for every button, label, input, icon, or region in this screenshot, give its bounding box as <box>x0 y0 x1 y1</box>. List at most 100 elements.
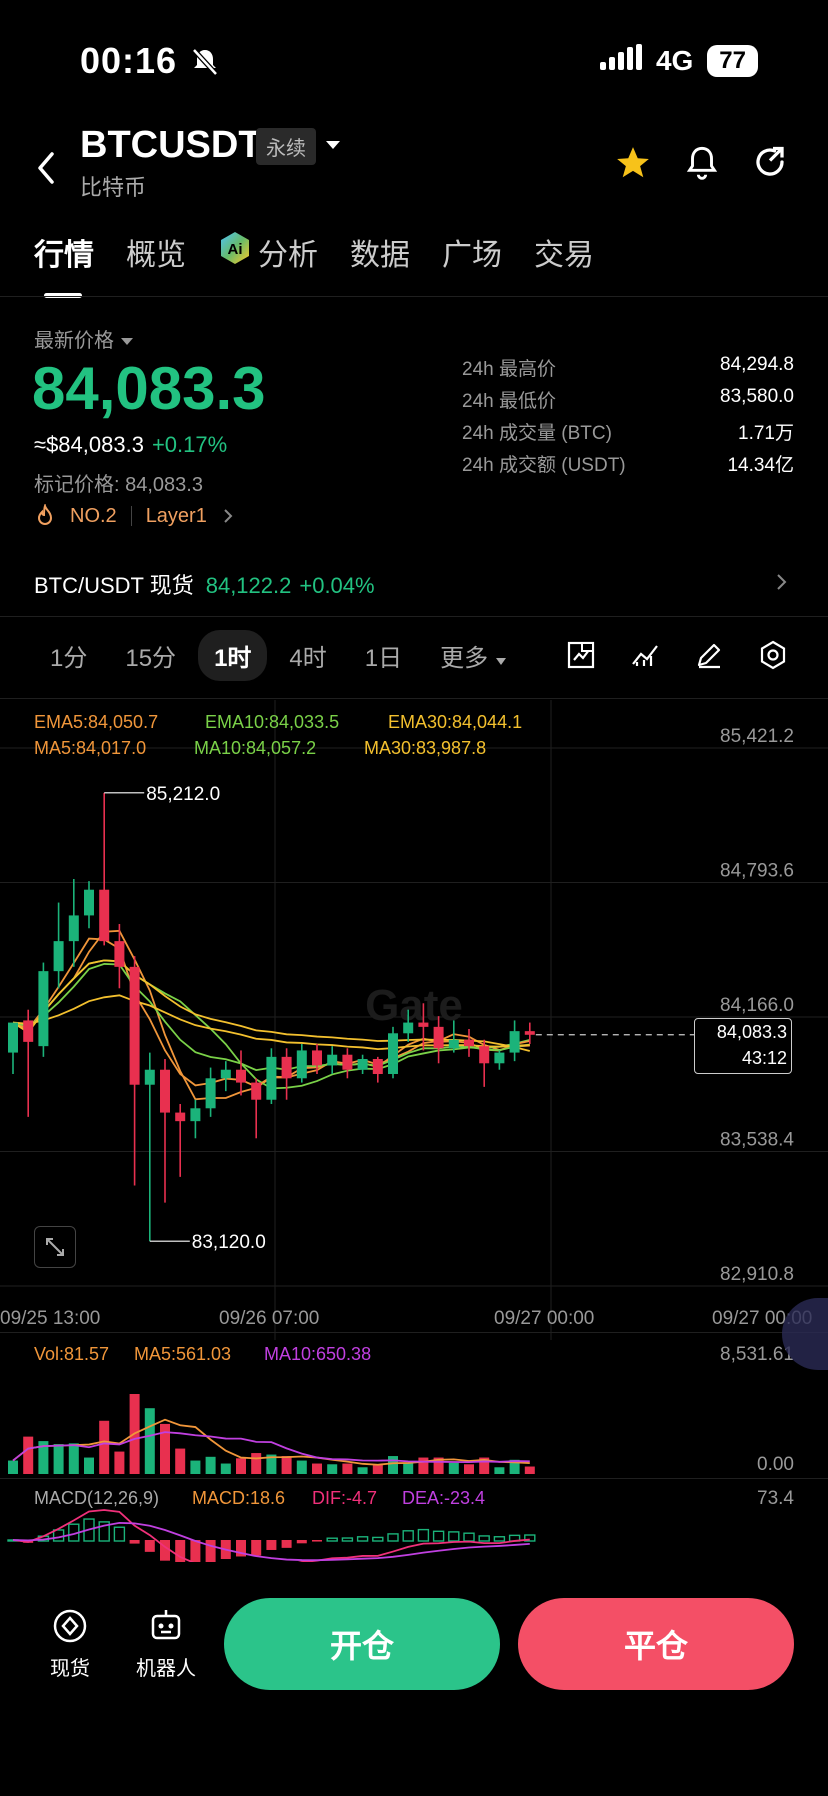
chart-tools <box>566 640 788 675</box>
candle-body <box>342 1054 353 1070</box>
coin-tags[interactable]: NO.2 Layer1 <box>34 504 235 528</box>
rank-tag: NO.2 <box>70 504 117 527</box>
volume-bar <box>342 1463 353 1474</box>
ai-icon: Ai <box>218 231 252 273</box>
candle-body <box>418 1022 429 1027</box>
candle-body <box>68 915 79 942</box>
macd-bar <box>296 1540 307 1544</box>
volume-bar <box>114 1451 125 1474</box>
macd-bar <box>312 1540 322 1542</box>
tf-1d[interactable]: 1日 <box>349 630 418 681</box>
tf-more[interactable]: 更多 <box>424 630 523 681</box>
fullscreen-button[interactable] <box>34 1226 76 1268</box>
volume-bar <box>357 1467 368 1474</box>
draw-pen-icon[interactable] <box>694 640 724 675</box>
volume-chart <box>8 1394 535 1474</box>
macd-bar <box>113 1526 126 1542</box>
expand-icon <box>46 1238 64 1256</box>
divider <box>0 296 828 297</box>
symbol-dropdown-icon[interactable] <box>324 138 342 156</box>
latest-price-selector[interactable]: 最新价格 <box>34 324 134 353</box>
volume-bar <box>524 1466 535 1474</box>
price-change: +0.17% <box>151 432 228 457</box>
signal-icon <box>599 44 642 77</box>
candle-body <box>357 1059 368 1070</box>
candle-body <box>433 1026 444 1049</box>
stat-label: 24h 最低价 <box>462 391 556 412</box>
bot-nav-label: 机器人 <box>136 1658 196 1680</box>
candle-body <box>53 941 64 972</box>
tab-label: 广场 <box>442 239 502 272</box>
tf-15m[interactable]: 15分 <box>109 630 192 681</box>
stat-value: 83,580.0 <box>720 386 794 407</box>
tab-label: 交易 <box>534 239 594 272</box>
favorite-star-icon[interactable] <box>614 144 652 187</box>
chart-type-icon[interactable] <box>630 640 660 675</box>
tf-1m[interactable]: 1分 <box>34 630 103 681</box>
tf-1h[interactable]: 1时 <box>198 630 268 681</box>
volume-bar <box>220 1463 231 1474</box>
stat-turnover: 24h 成交额 (USDT) 14.34亿 <box>462 450 794 482</box>
open-position-button[interactable]: 开仓 <box>224 1598 500 1690</box>
spot-nav[interactable]: 现货 <box>50 1606 90 1681</box>
extreme-markers: 85,212.0 83,120.0 <box>104 784 266 1253</box>
main-tabs: 行情 概览 Ai 分析 数据 广场 交易 <box>34 230 626 298</box>
macd-bar <box>402 1530 414 1542</box>
candle-body <box>312 1050 322 1066</box>
candle-body <box>205 1078 216 1109</box>
candle-body <box>160 1069 170 1113</box>
volume-bar <box>464 1464 474 1474</box>
caret-down-icon <box>120 338 133 345</box>
caret-down-icon <box>495 658 506 665</box>
tab-trade[interactable]: 交易 <box>534 230 594 274</box>
indicator-icon[interactable] <box>566 640 596 675</box>
tf-4h[interactable]: 4时 <box>273 630 342 681</box>
back-button[interactable] <box>32 148 62 193</box>
chevron-left-icon <box>38 152 54 184</box>
alert-bell-icon[interactable] <box>684 144 720 187</box>
volume-bar <box>251 1453 262 1474</box>
macd-line <box>12 1509 530 1562</box>
spot-chevron-icon[interactable] <box>774 572 788 597</box>
candle-body <box>388 1033 398 1075</box>
share-icon[interactable] <box>752 144 788 187</box>
ma30-legend: MA30:83,987.8 <box>364 738 487 758</box>
volume-bar <box>190 1460 201 1474</box>
tab-overview[interactable]: 概览 <box>126 230 186 274</box>
tab-square[interactable]: 广场 <box>442 230 502 274</box>
volume-bar <box>281 1456 292 1474</box>
symbol-title[interactable]: BTCUSDT <box>80 124 262 167</box>
candle-body <box>175 1112 186 1122</box>
spot-price: 84,122.2 <box>205 573 292 598</box>
candle-body <box>372 1059 383 1075</box>
settings-gear-icon[interactable] <box>758 640 788 675</box>
volume-bar <box>494 1467 505 1474</box>
tab-analysis[interactable]: Ai 分析 <box>218 230 318 274</box>
candle-body <box>251 1082 262 1100</box>
volume-bar <box>372 1465 383 1474</box>
candle-body <box>266 1056 277 1100</box>
tab-market[interactable]: 行情 <box>34 230 94 298</box>
close-position-button[interactable]: 平仓 <box>518 1598 794 1690</box>
candle-body <box>494 1052 505 1064</box>
volume-bar <box>296 1460 307 1474</box>
spot-row[interactable]: BTC/USDT 现货 84,122.2 +0.04% <box>34 568 375 600</box>
macd-bar <box>205 1540 216 1562</box>
stat-label: 24h 成交量 (BTC) <box>462 423 612 444</box>
last-price: 84,083.3 <box>32 355 266 422</box>
mute-bell-icon <box>190 46 220 81</box>
ema10-legend: EMA10:84,033.5 <box>205 712 340 732</box>
tab-data[interactable]: 数据 <box>350 230 410 274</box>
stat-volume: 24h 成交量 (BTC) 1.71万 <box>462 418 794 450</box>
y-tick-label: 82,910.8 <box>720 1264 794 1285</box>
x-axis-labels: 09/25 13:00 09/26 07:00 09/27 00:00 09/27 0… <box>0 1308 812 1329</box>
macd-bar <box>144 1540 155 1552</box>
macd-bar <box>432 1530 445 1542</box>
macd-bar <box>281 1540 292 1548</box>
divider <box>0 1478 828 1479</box>
svg-text:Ai: Ai <box>228 241 243 258</box>
candle-body <box>479 1046 490 1064</box>
volume-bar <box>448 1462 459 1474</box>
macd-bar <box>266 1540 277 1550</box>
bot-nav[interactable]: 机器人 <box>136 1606 196 1681</box>
